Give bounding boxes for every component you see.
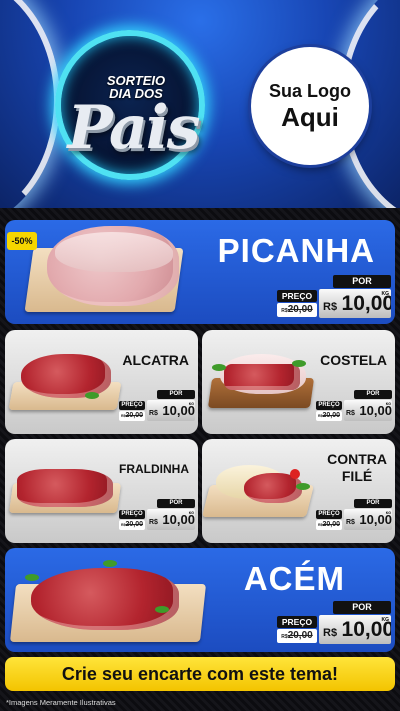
product-name-fraldinha: FRALDINHA: [119, 462, 189, 476]
old-price: R$20,00: [316, 520, 342, 530]
cta-banner[interactable]: Crie seu encarte com este tema!: [5, 657, 395, 691]
unit-label: KG: [188, 511, 194, 515]
seal-main-text: Pais: [67, 93, 201, 163]
old-price: R$20,00: [277, 303, 317, 317]
price-tag-fraldinha: POR PREÇO R$20,00 R$ 10,00 KG: [119, 499, 195, 531]
herb-garnish: [103, 560, 117, 567]
discount-badge: -50%: [7, 232, 37, 250]
alcatra-meat-image: [21, 354, 111, 398]
herb-garnish: [85, 392, 99, 399]
old-price: R$20,00: [316, 411, 342, 421]
product-card-alcatra[interactable]: ALCATRA POR PREÇO R$20,00 R$ 10,00 KG: [5, 330, 198, 434]
product-card-fraldinha[interactable]: FRALDINHA POR PREÇO R$20,00 R$ 10,00 KG: [5, 439, 198, 543]
currency-symbol: R$: [149, 410, 158, 417]
preco-label: PREÇO: [119, 401, 145, 410]
por-label: POR: [157, 390, 195, 399]
old-price: R$20,00: [119, 411, 145, 421]
unit-label: KG: [385, 402, 391, 406]
herb-garnish: [25, 574, 39, 581]
currency-symbol: R$: [149, 519, 158, 526]
currency-symbol: R$: [346, 519, 355, 526]
new-price-box: R$ 10,00: [319, 289, 391, 318]
unit-label: KG: [385, 511, 391, 515]
price-tag-costela: POR PREÇO R$20,00 R$ 10,00 KG: [316, 390, 392, 422]
unit-label: KG: [381, 617, 390, 623]
price-tag-alcatra: POR PREÇO R$20,00 R$ 10,00 KG: [119, 390, 195, 422]
por-label: POR: [157, 499, 195, 508]
por-label: POR: [354, 390, 392, 399]
disclaimer-text: *Imagens Meramente Ilustrativas: [6, 698, 116, 707]
por-label: POR: [333, 275, 391, 288]
new-price-box: R$ 10,00: [319, 615, 391, 644]
product-name-alcatra: ALCATRA: [122, 352, 189, 368]
product-name-picanha: PICANHA: [217, 232, 375, 269]
flyer-page: SORTEIO DIA DOS Pais Sua Logo Aqui PICAN…: [0, 0, 400, 711]
herb-garnish: [155, 606, 169, 613]
price-tag-picanha: POR PREÇO R$20,00 R$ 10,00 KG: [277, 275, 391, 319]
old-price-value: 20,00: [125, 412, 143, 419]
fathers-day-seal: SORTEIO DIA DOS Pais: [55, 30, 205, 180]
product-card-acem[interactable]: ACÉM POR PREÇO R$20,00 R$ 10,00 KG: [5, 548, 395, 652]
herb-garnish: [292, 360, 306, 367]
logo-line1: Sua Logo: [269, 81, 351, 101]
preco-label: PREÇO: [277, 290, 317, 302]
product-name-line1: CONTRA: [327, 451, 387, 467]
currency-symbol: R$: [323, 627, 338, 639]
herb-garnish: [212, 364, 226, 371]
product-card-contra-file[interactable]: CONTRA FILÉ POR PREÇO R$20,00 R$ 10,00 K…: [202, 439, 395, 543]
price-tag-acem: POR PREÇO R$20,00 R$ 10,00 KG: [277, 601, 391, 645]
product-card-costela[interactable]: COSTELA POR PREÇO R$20,00 R$ 10,00 KG: [202, 330, 395, 434]
product-name-line2: FILÉ: [341, 468, 373, 484]
product-name-acem: ACÉM: [243, 560, 345, 597]
logo-line2: Aqui: [281, 102, 339, 132]
product-card-picanha[interactable]: PICANHA POR PREÇO R$20,00 R$ 10,00 KG: [5, 220, 395, 324]
old-price-value: 20,00: [287, 630, 313, 641]
old-price-value: 20,00: [322, 521, 340, 528]
product-name-costela: COSTELA: [320, 352, 387, 368]
preco-label: PREÇO: [277, 616, 317, 628]
unit-label: KG: [188, 402, 194, 406]
old-price: R$20,00: [277, 629, 317, 643]
por-label: POR: [333, 601, 391, 614]
price-tag-contra-file: POR PREÇO R$20,00 R$ 10,00 KG: [316, 499, 392, 531]
herb-garnish: [296, 483, 310, 490]
costela-meat-image: [224, 364, 300, 390]
fraldinha-meat-image: [17, 469, 113, 507]
old-price-value: 20,00: [322, 412, 340, 419]
tomato-garnish: [290, 469, 300, 479]
unit-label: KG: [381, 291, 390, 297]
logo-placeholder[interactable]: Sua Logo Aqui: [251, 47, 369, 165]
preco-label: PREÇO: [316, 510, 342, 519]
currency-symbol: R$: [323, 301, 338, 313]
acem-meat-image: [31, 568, 179, 630]
old-price-value: 20,00: [125, 521, 143, 528]
preco-label: PREÇO: [119, 510, 145, 519]
currency-symbol: R$: [346, 410, 355, 417]
por-label: POR: [354, 499, 392, 508]
preco-label: PREÇO: [316, 401, 342, 410]
old-price: R$20,00: [119, 520, 145, 530]
header-banner: SORTEIO DIA DOS Pais Sua Logo Aqui: [0, 0, 400, 208]
product-name-contra-file: CONTRA FILÉ: [327, 451, 387, 485]
picanha-fat-layer: [55, 232, 173, 272]
old-price-value: 20,00: [287, 304, 313, 315]
